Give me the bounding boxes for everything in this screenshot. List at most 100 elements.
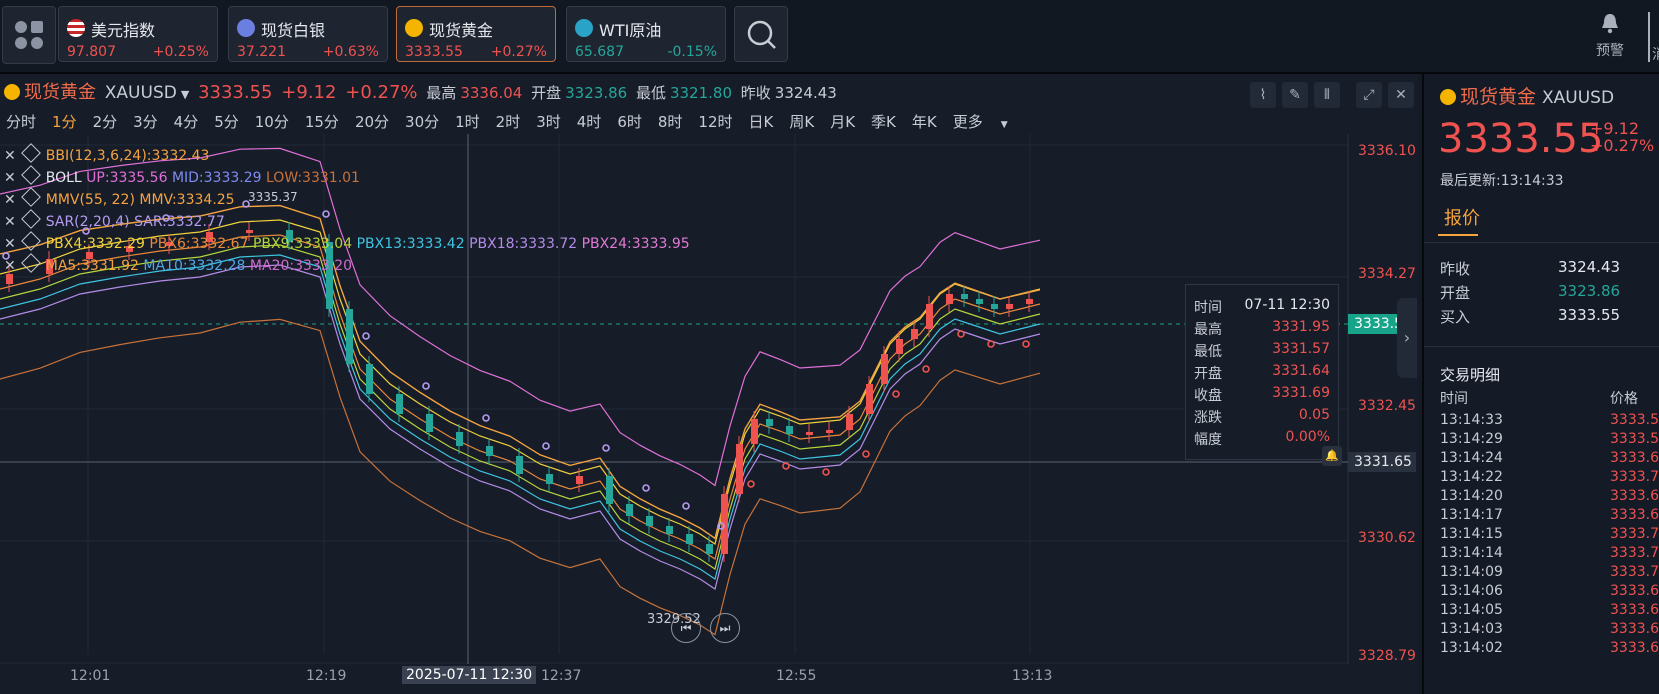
- trade-time: 13:14:17: [1440, 507, 1503, 523]
- gold-icon: [4, 84, 20, 100]
- ticker-usd-index[interactable]: 美元指数 97.807 +0.25%: [58, 6, 218, 62]
- period-tab[interactable]: 1时: [455, 113, 480, 131]
- period-tab[interactable]: 8时: [658, 113, 683, 131]
- period-tab[interactable]: 日K: [749, 113, 774, 131]
- period-tab[interactable]: 30分: [405, 113, 439, 131]
- ticker-wti-oil[interactable]: WTI原油 65.687 -0.15%: [566, 6, 726, 62]
- tooltip-value: 3331.64: [1272, 363, 1330, 379]
- settings-icon[interactable]: [20, 165, 41, 185]
- indicator-name: BOLL: [45, 170, 82, 186]
- chevron-down-icon[interactable]: ▼: [181, 88, 189, 101]
- period-tab[interactable]: 2分: [93, 113, 118, 131]
- period-tab[interactable]: 12时: [698, 113, 732, 131]
- period-tab[interactable]: 2时: [496, 113, 521, 131]
- candle-body: [1006, 304, 1013, 309]
- sar-dot: [862, 450, 870, 458]
- divider: [1424, 346, 1659, 347]
- replay-back-button[interactable]: ⏮: [671, 613, 701, 643]
- candle-body: [246, 230, 253, 233]
- replay-forward-button[interactable]: ⏭: [710, 613, 740, 643]
- close-chart-button[interactable]: ✕: [1388, 82, 1414, 108]
- settings-icon[interactable]: [20, 253, 41, 273]
- sar-dot: [602, 444, 610, 452]
- period-tab[interactable]: 1分: [52, 113, 77, 131]
- apps-grid-button[interactable]: [2, 6, 56, 64]
- period-tab[interactable]: 更多: [953, 113, 983, 131]
- indicator-value: MA5:3331.92: [45, 258, 139, 274]
- close-icon[interactable]: ✕: [4, 214, 16, 230]
- settings-icon[interactable]: [20, 187, 41, 207]
- candle-body: [366, 364, 373, 394]
- ticker-change: +0.25%: [152, 44, 209, 60]
- ticker-spot-silver[interactable]: 现货白银 37.221 +0.63%: [228, 6, 388, 62]
- period-tab[interactable]: 4时: [577, 113, 602, 131]
- period-bar: 分时 1分 2分 3分 4分 5分 10分 15分 20分 30分 1时 2时 3时 4时 6时 8时 12时日…: [6, 111, 1008, 132]
- indicator-value: MA10:3332.28: [143, 258, 246, 274]
- candle-body: [686, 534, 693, 544]
- settings-icon[interactable]: [20, 143, 41, 163]
- quote-change-pct: +0.27%: [1590, 136, 1655, 155]
- candle-body: [786, 426, 793, 434]
- price-alert-button[interactable]: 🔔: [1322, 446, 1342, 466]
- period-tab[interactable]: 3分: [133, 113, 158, 131]
- candle-type-button[interactable]: ⫴: [1314, 82, 1340, 108]
- indicator-ma: ✕ MA5:3331.92 MA10:3332.28 MA20:3333.20: [4, 253, 352, 274]
- trade-price: 3333.57: [1610, 431, 1659, 447]
- tab-quote[interactable]: 报价: [1444, 204, 1480, 230]
- indicator-value: PBX9:3333.04: [252, 236, 353, 252]
- period-tab[interactable]: 分时: [6, 113, 36, 131]
- candle-body: [606, 476, 613, 504]
- period-tab[interactable]: 20分: [355, 113, 389, 131]
- trade-price: 3333.68: [1610, 583, 1659, 599]
- period-tab[interactable]: 季K: [871, 113, 896, 131]
- candlestick-icon: ⫴: [1324, 87, 1330, 103]
- cut-off-label: 消: [1652, 44, 1659, 64]
- candle-body: [516, 456, 523, 474]
- close-icon[interactable]: ✕: [4, 258, 16, 274]
- prev-close-value: 3324.43: [774, 84, 837, 102]
- ticker-price: 37.221: [237, 44, 286, 60]
- indicator-pbx: ✕ PBX4:3332.29 PBX6:3332.67 PBX9:3333.04 …: [4, 231, 690, 252]
- skip-back-icon: ⏮: [680, 621, 692, 635]
- panel-toggle-button[interactable]: ›: [1397, 298, 1417, 378]
- trade-time: 13:14:02: [1440, 640, 1503, 656]
- close-icon: ✕: [1395, 87, 1407, 103]
- us-flag-icon: [67, 19, 85, 37]
- y-axis-label: 3328.79: [1358, 648, 1416, 664]
- period-tab[interactable]: 5分: [214, 113, 239, 131]
- trade-time: 13:14:33: [1440, 412, 1503, 428]
- period-tab[interactable]: 15分: [305, 113, 339, 131]
- trade-time: 13:14:24: [1440, 450, 1503, 466]
- close-icon[interactable]: ✕: [4, 192, 16, 208]
- indicator-value: SAR(2,20,4) SAR:3332.77: [45, 214, 225, 230]
- alert-button[interactable]: 预警: [1590, 12, 1630, 60]
- settings-icon[interactable]: [20, 209, 41, 229]
- period-tab[interactable]: 月K: [830, 113, 855, 131]
- period-tab[interactable]: 4分: [174, 113, 199, 131]
- indicator-tool-button[interactable]: ⌇: [1250, 82, 1276, 108]
- chart-info-line: 现货黄金 XAUUSD ▼ 3333.55 +9.12 +0.27% 最高 3336…: [4, 78, 841, 103]
- low-label: 最低: [635, 84, 666, 102]
- period-tab[interactable]: 年K: [912, 113, 937, 131]
- quote-value: 3324.43: [1558, 258, 1621, 276]
- draw-tool-button[interactable]: ✎: [1282, 82, 1308, 108]
- trade-price: 3333.70: [1610, 469, 1659, 485]
- candle-body: [826, 430, 833, 433]
- candle-body: [736, 444, 743, 494]
- fullscreen-button[interactable]: ⤢: [1356, 82, 1382, 108]
- period-tab[interactable]: 6时: [617, 113, 642, 131]
- ticker-price: 97.807: [67, 44, 116, 60]
- close-icon[interactable]: ✕: [4, 170, 16, 186]
- ticker-spot-gold[interactable]: 现货黄金 3333.55 +0.27%: [396, 6, 556, 62]
- skip-forward-icon: ⏭: [719, 621, 731, 635]
- tooltip-value: 3331.69: [1272, 385, 1330, 401]
- period-tab[interactable]: 周K: [789, 113, 814, 131]
- period-tab[interactable]: 3时: [536, 113, 561, 131]
- search-button[interactable]: [734, 6, 788, 62]
- period-tab[interactable]: 10分: [255, 113, 289, 131]
- indicator-value: BBI(12,3,6,24):3332.43: [45, 148, 210, 164]
- settings-icon[interactable]: [20, 231, 41, 251]
- candle-body: [576, 476, 583, 484]
- close-icon[interactable]: ✕: [4, 236, 16, 252]
- close-icon[interactable]: ✕: [4, 148, 16, 164]
